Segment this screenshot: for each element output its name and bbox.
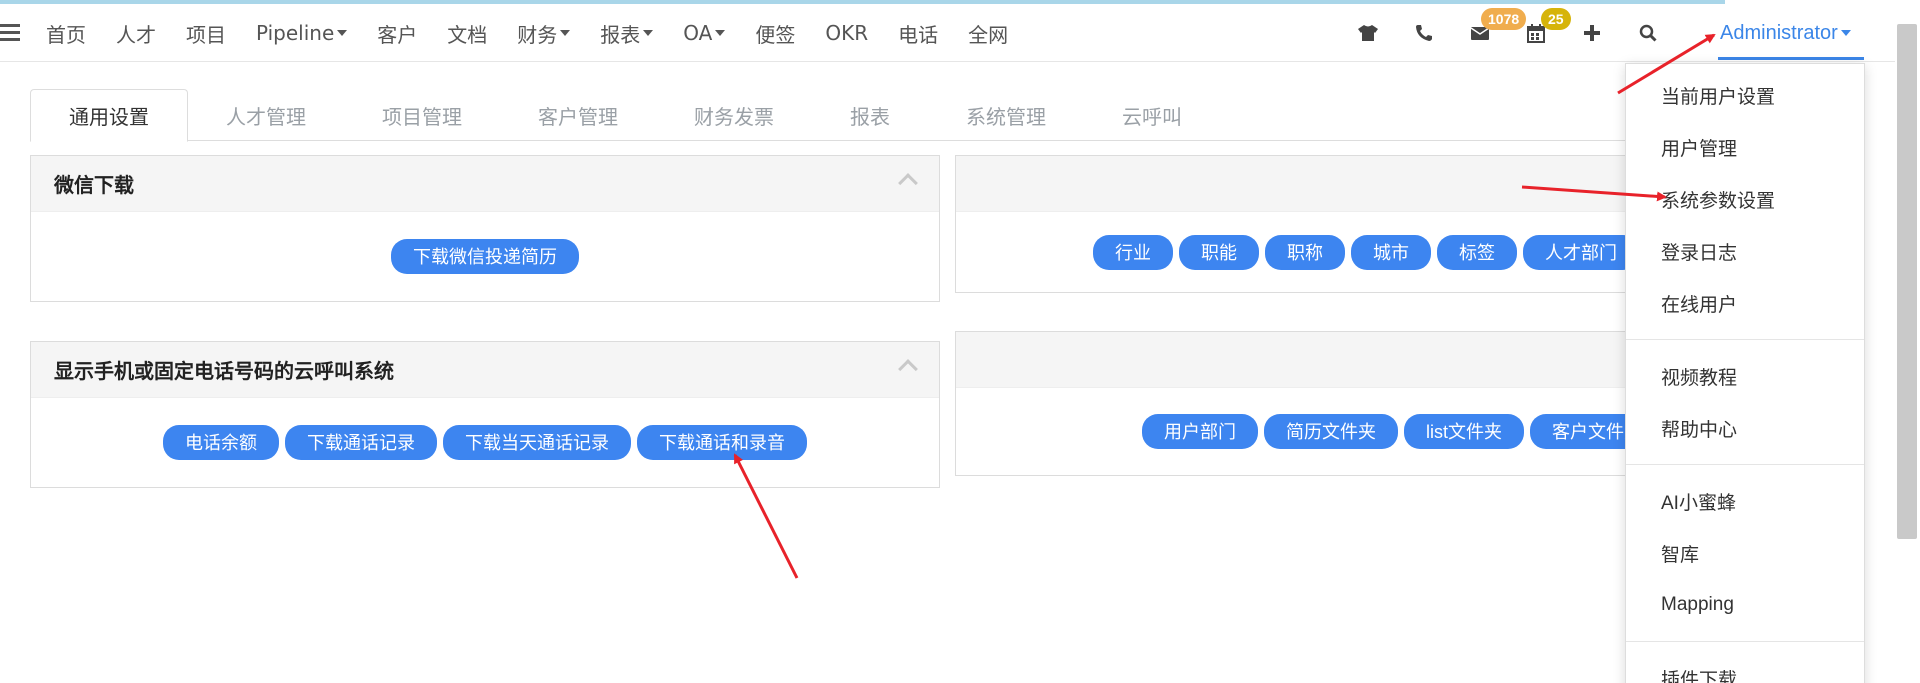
panel-body: 用户部门 简历文件夹 list文件夹 客户文件夹 <box>956 388 1644 474</box>
nav-label: 全网 <box>968 22 1009 47</box>
settings-tabs: 通用设置 人才管理 项目管理 客户管理 财务发票 报表 系统管理 云呼叫 <box>30 89 1630 142</box>
menu-video-tutorials[interactable]: 视频教程 <box>1626 350 1864 402</box>
tab-finance[interactable]: 财务发票 <box>656 89 812 141</box>
phone-balance-button[interactable]: 电话余额 <box>163 424 279 460</box>
nav-label: 报表 <box>600 22 641 47</box>
caret-down-icon <box>560 30 571 36</box>
panel-title: 微信下载 <box>54 173 134 197</box>
nav-label: OKR <box>825 21 869 45</box>
nav-okr[interactable]: OKR <box>825 21 868 45</box>
search-icon[interactable] <box>1620 4 1676 62</box>
menu-icon[interactable] <box>0 24 20 41</box>
phone-icon[interactable] <box>1396 4 1452 62</box>
tab-project[interactable]: 项目管理 <box>344 89 500 141</box>
user-menu-toggle[interactable]: Administrator <box>1720 4 1851 62</box>
panel-body: 电话余额 下载通话记录 下载当天通话记录 下载通话和录音 <box>31 398 939 486</box>
chevron-up-icon[interactable] <box>898 359 918 379</box>
nav-project[interactable]: 项目 <box>186 19 226 48</box>
menu-user-management[interactable]: 用户管理 <box>1626 121 1864 173</box>
caret-down-icon <box>643 30 654 36</box>
caret-down-icon <box>715 30 726 36</box>
menu-current-user-settings[interactable]: 当前用户设置 <box>1626 69 1864 121</box>
menu-system-parameters[interactable]: 系统参数设置 <box>1626 173 1864 225</box>
nav-oa[interactable]: OA <box>683 21 726 45</box>
download-calls-recordings-button[interactable]: 下载通话和录音 <box>637 424 807 460</box>
download-wechat-resume-button[interactable]: 下载微信投递简历 <box>391 238 579 274</box>
user-name: Administrator <box>1720 21 1838 44</box>
user-menu-underline <box>1718 57 1864 60</box>
caret-down-icon <box>337 30 348 36</box>
nav-talent[interactable]: 人才 <box>116 19 156 48</box>
menu-mapping[interactable]: Mapping <box>1626 579 1864 631</box>
menu-think-tank[interactable]: 智库 <box>1626 527 1864 579</box>
chevron-up-icon[interactable] <box>898 173 918 193</box>
menu-divider <box>1626 339 1864 340</box>
top-navbar: 首页 人才 项目 Pipeline 客户 文档 财务 报表 OA 便签 OKR … <box>0 4 1895 62</box>
resume-folder-button[interactable]: 简历文件夹 <box>1264 413 1398 449</box>
menu-help-center[interactable]: 帮助中心 <box>1626 402 1864 454</box>
folders-panel: 用户部门 简历文件夹 list文件夹 客户文件夹 <box>955 331 1645 476</box>
panel-header <box>956 332 1644 388</box>
panel-title: 显示手机或固定电话号码的云呼叫系统 <box>54 359 394 383</box>
nav-notes[interactable]: 便签 <box>755 19 795 48</box>
nav-web[interactable]: 全网 <box>968 19 1008 48</box>
nav-phone[interactable]: 电话 <box>898 19 938 48</box>
menu-online-users[interactable]: 在线用户 <box>1626 277 1864 329</box>
menu-divider <box>1626 464 1864 465</box>
calendar-icon[interactable]: 25 <box>1508 4 1571 62</box>
nav-label: 文档 <box>447 22 488 47</box>
industry-button[interactable]: 行业 <box>1093 234 1173 270</box>
download-call-log-button[interactable]: 下载通话记录 <box>285 424 437 460</box>
panel-header <box>956 156 1644 212</box>
list-folder-button[interactable]: list文件夹 <box>1404 413 1524 449</box>
shirt-icon[interactable] <box>1340 4 1396 62</box>
menu-divider <box>1626 641 1864 642</box>
menu-plugin-download[interactable]: 插件下载 <box>1626 652 1864 683</box>
wechat-download-panel: 微信下载 下载微信投递简历 <box>30 155 940 302</box>
tab-talent[interactable]: 人才管理 <box>188 89 344 141</box>
nav-finance[interactable]: 财务 <box>517 19 571 48</box>
nav-client[interactable]: 客户 <box>377 19 417 48</box>
tab-reports[interactable]: 报表 <box>812 89 928 141</box>
data-dictionary-panel: 行业 职能 职称 城市 标签 人才部门 <box>955 155 1645 293</box>
download-today-call-log-button[interactable]: 下载当天通话记录 <box>443 424 631 460</box>
panel-header: 微信下载 <box>31 156 939 212</box>
panel-body: 下载微信投递简历 <box>31 212 939 300</box>
nav-home[interactable]: 首页 <box>46 19 86 48</box>
nav-label: 客户 <box>377 22 418 47</box>
panel-body: 行业 职能 职称 城市 标签 人才部门 <box>956 212 1644 292</box>
nav-pipeline[interactable]: Pipeline <box>256 21 348 45</box>
nav-icon-bar: 1078 25 <box>1340 4 1676 62</box>
talent-department-button[interactable]: 人才部门 <box>1523 234 1639 270</box>
tab-cloud-call[interactable]: 云呼叫 <box>1084 89 1220 141</box>
tag-button[interactable]: 标签 <box>1437 234 1517 270</box>
tab-client[interactable]: 客户管理 <box>500 89 656 141</box>
menu-login-log[interactable]: 登录日志 <box>1626 225 1864 277</box>
nav-label: 项目 <box>186 22 226 47</box>
page-scrollbar[interactable] <box>1897 24 1917 539</box>
nav-label: 财务 <box>517 22 558 47</box>
caret-down-icon <box>1840 30 1851 36</box>
nav-reports[interactable]: 报表 <box>600 19 654 48</box>
menu-ai-bee[interactable]: AI小蜜蜂 <box>1626 475 1864 527</box>
cloud-call-panel: 显示手机或固定电话号码的云呼叫系统 电话余额 下载通话记录 下载当天通话记录 下… <box>30 341 940 488</box>
nav-label: 人才 <box>116 22 156 47</box>
panel-header: 显示手机或固定电话号码的云呼叫系统 <box>31 342 939 398</box>
user-department-button[interactable]: 用户部门 <box>1142 413 1258 449</box>
tab-system[interactable]: 系统管理 <box>928 89 1084 141</box>
nav-label: 便签 <box>755 22 796 47</box>
nav-docs[interactable]: 文档 <box>447 19 487 48</box>
nav-label: Pipeline <box>256 21 335 45</box>
nav-label: 电话 <box>898 22 939 47</box>
nav-label: 首页 <box>46 22 86 47</box>
title-button[interactable]: 职称 <box>1265 234 1345 270</box>
mail-icon[interactable]: 1078 <box>1452 4 1527 62</box>
tab-general[interactable]: 通用设置 <box>30 89 188 142</box>
main-nav: 首页 人才 项目 Pipeline 客户 文档 财务 报表 OA 便签 OKR … <box>46 4 1038 62</box>
nav-label: OA <box>683 21 713 45</box>
city-button[interactable]: 城市 <box>1351 234 1431 270</box>
plus-icon[interactable] <box>1564 4 1620 62</box>
function-button[interactable]: 职能 <box>1179 234 1259 270</box>
user-dropdown-menu: 当前用户设置 用户管理 系统参数设置 登录日志 在线用户 视频教程 帮助中心 A… <box>1625 63 1865 683</box>
